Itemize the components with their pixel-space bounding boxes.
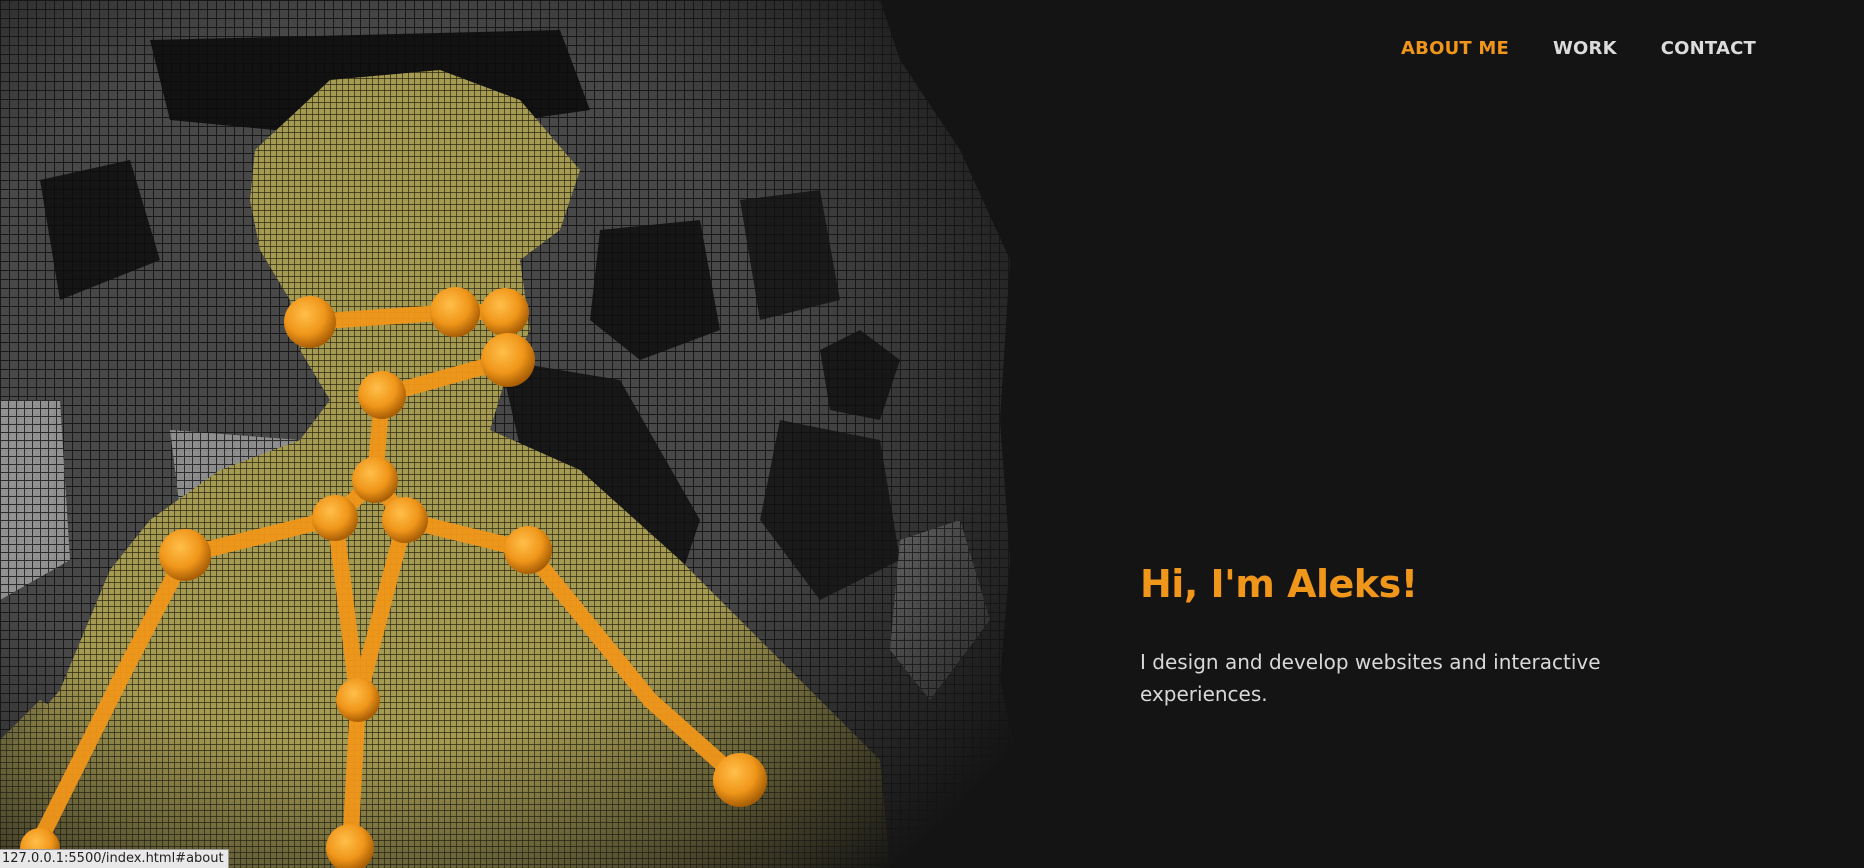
page: ABOUT ME WORK CONTACT Hi, I'm Aleks! I d… bbox=[0, 0, 1864, 868]
main-nav: ABOUT ME WORK CONTACT bbox=[1401, 38, 1756, 59]
nav-contact-link[interactable]: CONTACT bbox=[1661, 38, 1756, 59]
hero-heading: Hi, I'm Aleks! bbox=[1140, 562, 1418, 606]
nav-about-me-link[interactable]: ABOUT ME bbox=[1401, 38, 1509, 59]
intro-section: Hi, I'm Aleks! I design and develop webs… bbox=[1140, 562, 1660, 710]
nav-work-link[interactable]: WORK bbox=[1553, 38, 1617, 59]
point-cloud-skeleton-image bbox=[0, 0, 1040, 868]
hero-tagline: I design and develop websites and intera… bbox=[1140, 650, 1601, 706]
browser-status-url: 127.0.0.1:5500/index.html#about bbox=[0, 849, 229, 868]
